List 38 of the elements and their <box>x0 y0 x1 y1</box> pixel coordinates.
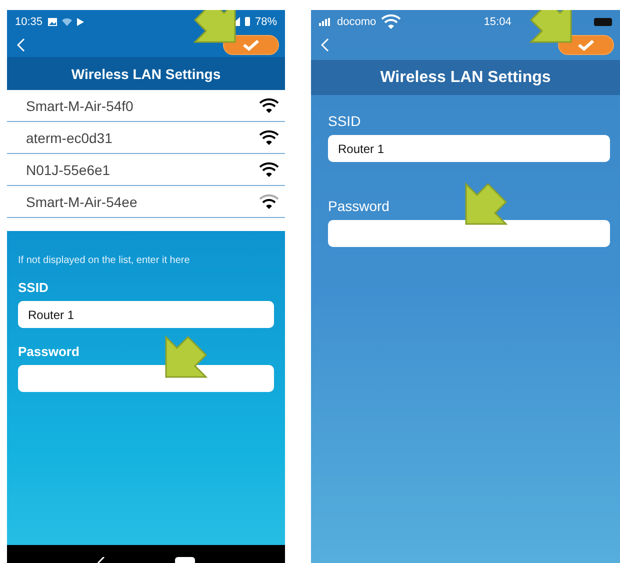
wifi-icon <box>62 18 72 26</box>
input-field[interactable]: Router 1 <box>18 301 274 328</box>
carrier-name: docomo <box>337 16 376 28</box>
input-field[interactable] <box>328 220 610 247</box>
screen-title: Wireless LAN Settings <box>7 57 285 90</box>
pointer-arrow-icon <box>529 10 573 44</box>
battery-percentage: 78% <box>254 16 277 28</box>
network-item[interactable]: aterm-ec0d31 <box>7 122 285 154</box>
pointer-arrow-icon <box>164 335 208 379</box>
input-field[interactable]: Router 1 <box>328 135 610 162</box>
field-label: Password <box>18 344 80 359</box>
wifi-icon <box>381 14 402 30</box>
back-icon <box>321 38 329 52</box>
confirm-button[interactable] <box>223 35 279 55</box>
confirm-button[interactable] <box>558 35 614 55</box>
battery-icon <box>244 17 250 26</box>
check-icon <box>242 39 260 51</box>
back-nav-icon[interactable] <box>97 557 105 563</box>
play-icon <box>76 18 84 26</box>
network-item[interactable]: Smart-M-Air-54ee <box>7 186 285 218</box>
check-icon <box>577 39 595 51</box>
home-nav-icon[interactable] <box>175 557 195 563</box>
screen-title: Wireless LAN Settings <box>311 60 620 95</box>
status-time: 15:04 <box>484 16 512 28</box>
field-label: SSID <box>328 113 362 129</box>
input-field[interactable] <box>18 365 274 392</box>
status-time: 10:35 <box>15 16 43 28</box>
network-item[interactable]: Smart-M-Air-54f0 <box>7 90 285 122</box>
image-icon <box>48 18 57 26</box>
back-icon <box>17 38 25 52</box>
signal-icon <box>319 18 332 26</box>
network-item[interactable]: N01J-55e6e1 <box>7 154 285 186</box>
pointer-arrow-icon <box>193 10 237 44</box>
battery-icon <box>594 18 612 26</box>
pointer-arrow-icon <box>464 182 508 226</box>
field-label: SSID <box>18 280 50 295</box>
hint-text: If not displayed on the list, enter it here <box>18 255 191 266</box>
field-label: Password <box>328 198 390 214</box>
